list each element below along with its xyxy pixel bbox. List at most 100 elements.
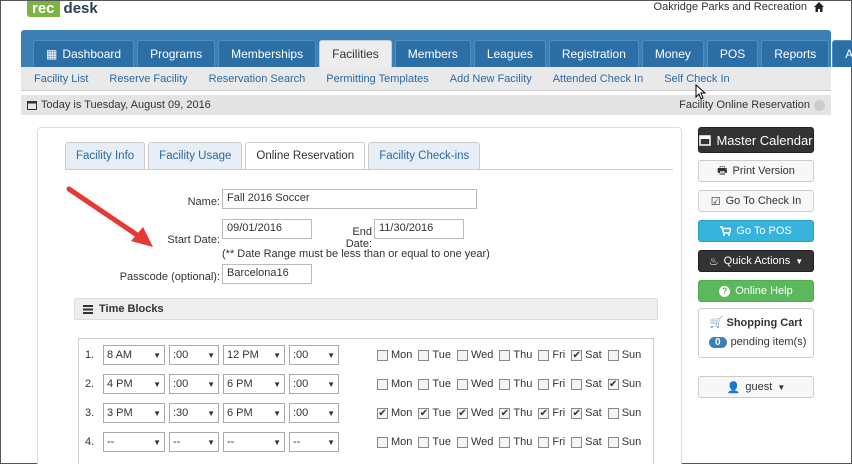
start-hour-select[interactable]: -- ▼ — [103, 432, 165, 452]
end-hour-select[interactable]: 12 PM ▼ — [223, 345, 285, 365]
master-calendar-button[interactable]: Master Calendar — [698, 127, 814, 153]
day-label: Sat — [585, 349, 602, 361]
subnav-link-reservation-search[interactable]: Reservation Search — [209, 73, 306, 85]
end-minute-select[interactable]: -- ▼ — [289, 432, 339, 452]
day-checkbox-mon[interactable] — [377, 436, 388, 448]
name-input[interactable]: Fall 2016 Soccer — [222, 189, 477, 209]
nav-tab-admin[interactable]: Admin — [832, 40, 852, 67]
chevron-down-icon: ▼ — [153, 350, 161, 360]
day-checkbox-sun[interactable] — [607, 407, 619, 419]
panel-tab-online-reservation[interactable]: Online Reservation — [245, 142, 366, 169]
day-label: Sat — [585, 436, 602, 448]
nav-tab-leagues[interactable]: Leagues — [473, 40, 546, 67]
collapse-icon[interactable] — [814, 99, 825, 111]
subnav-link-self-check-in[interactable]: Self Check In — [664, 73, 729, 85]
day-label: Fri — [552, 436, 566, 448]
subnav-link-permitting-templates[interactable]: Permitting Templates — [326, 73, 429, 85]
subnav-link-facility-list[interactable]: Facility List — [34, 73, 88, 85]
subnav-link-add-new-facility[interactable]: Add New Facility — [450, 73, 532, 85]
day-checkbox-thu[interactable] — [499, 349, 511, 361]
day-checkbox-mon[interactable]: ✔ — [377, 407, 388, 419]
go-to-pos-button[interactable]: Go To POS — [698, 220, 814, 242]
end-minute-select[interactable]: :00 ▼ — [289, 345, 339, 365]
day-checkbox-tue[interactable] — [418, 436, 430, 448]
date-bar: Today is Tuesday, August 09, 2016 Facili… — [21, 95, 831, 115]
nav-tab-money[interactable]: Money — [641, 40, 704, 67]
nav-tab-label: POS — [719, 46, 746, 61]
quick-actions-button[interactable]: ♨ Quick Actions ▼ — [698, 250, 814, 272]
org-name: Oakridge Parks and Recreation — [654, 1, 825, 13]
end-minute-select[interactable]: :00 ▼ — [289, 403, 339, 423]
passcode-input[interactable]: Barcelona16 — [222, 264, 312, 284]
today-text: Today is Tuesday, August 09, 2016 — [27, 99, 211, 111]
start-hour-select[interactable]: 3 PM ▼ — [103, 403, 165, 423]
select-value: 4 PM — [107, 378, 133, 390]
day-checkbox-tue[interactable] — [418, 378, 430, 390]
panel-tab-facility-check-ins[interactable]: Facility Check-ins — [368, 142, 481, 169]
day-checkbox-wed[interactable] — [456, 378, 468, 390]
nav-tab-facilities[interactable]: Facilities — [319, 40, 392, 67]
day-checkbox-sat[interactable] — [571, 378, 583, 390]
day-checkbox-thu[interactable] — [499, 378, 511, 390]
chevron-down-icon: ▼ — [207, 379, 215, 389]
checkbox-icon: ☑ — [710, 195, 721, 208]
nav-tab-pos[interactable]: POS — [706, 40, 759, 67]
nav-tab-programs[interactable]: Programs — [137, 40, 216, 67]
guest-label: guest — [745, 381, 773, 393]
day-checkbox-thu[interactable] — [499, 436, 511, 448]
day-checkbox-wed[interactable] — [456, 349, 468, 361]
end-hour-select[interactable]: 6 PM ▼ — [223, 403, 285, 423]
start-date-input[interactable]: 09/01/2016 — [222, 219, 312, 239]
panel-tab-facility-usage[interactable]: Facility Usage — [148, 142, 243, 169]
quick-actions-label: Quick Actions — [723, 255, 791, 267]
online-help-button[interactable]: ? Online Help — [698, 280, 814, 302]
day-checkbox-thu[interactable]: ✔ — [499, 407, 511, 419]
panel-tab-facility-info[interactable]: Facility Info — [65, 142, 146, 169]
day-checkbox-fri[interactable] — [538, 378, 550, 390]
row-number: 4. — [85, 436, 95, 448]
nav-tab-dashboard[interactable]: ▦ Dashboard — [33, 40, 135, 67]
select-value: -- — [173, 436, 181, 448]
time-block-row: 3. 3 PM ▼:30 ▼ 6 PM ▼:00 ▼ ✔ Mon ✔ Tue ✔ Wed ✔ Thu ✔ Fri… — [85, 403, 647, 423]
day-checkbox-tue[interactable]: ✔ — [418, 407, 430, 419]
day-checkbox-wed[interactable]: ✔ — [456, 407, 468, 419]
nav-tab-members[interactable]: Members — [394, 40, 471, 67]
start-hour-select[interactable]: 4 PM ▼ — [103, 374, 165, 394]
day-checkbox-tue[interactable] — [418, 349, 430, 361]
start-minute-select[interactable]: :00 ▼ — [169, 374, 219, 394]
print-version-button[interactable]: 🖶 Print Version — [698, 160, 814, 182]
end-minute-select[interactable]: :00 ▼ — [289, 374, 339, 394]
day-checkbox-fri[interactable] — [538, 436, 550, 448]
start-hour-select[interactable]: 8 AM ▼ — [103, 345, 165, 365]
subnav-link-attended-check-in[interactable]: Attended Check In — [553, 73, 644, 85]
start-minute-select[interactable]: :30 ▼ — [169, 403, 219, 423]
red-arrow-annotation — [66, 186, 153, 247]
day-checkbox-sat[interactable]: ✔ — [571, 349, 583, 361]
go-to-check-in-button[interactable]: ☑ Go To Check In — [698, 190, 814, 212]
day-checkbox-mon[interactable] — [377, 349, 388, 361]
day-checkbox-wed[interactable] — [456, 436, 468, 448]
home-icon[interactable] — [813, 1, 825, 13]
day-checkbox-sun[interactable] — [607, 436, 619, 448]
day-checkbox-fri[interactable]: ✔ — [538, 407, 550, 419]
chevron-down-icon: ▼ — [327, 379, 335, 389]
end-hour-select[interactable]: -- ▼ — [223, 432, 285, 452]
subnav-link-reserve-facility[interactable]: Reserve Facility — [109, 73, 187, 85]
guest-user-menu[interactable]: 👤 guest ▼ — [698, 376, 814, 398]
day-checkbox-sat[interactable] — [571, 436, 583, 448]
cart-pending[interactable]: 0 pending item(s) — [709, 336, 806, 348]
start-minute-select[interactable]: -- ▼ — [169, 432, 219, 452]
nav-tab-registration[interactable]: Registration — [548, 40, 639, 67]
day-checkbox-fri[interactable] — [538, 349, 550, 361]
day-checkbox-sun[interactable] — [607, 349, 619, 361]
day-label: Thu — [513, 407, 533, 419]
start-minute-select[interactable]: :00 ▼ — [169, 345, 219, 365]
nav-tab-reports[interactable]: Reports — [761, 40, 830, 67]
day-checkbox-sun[interactable]: ✔ — [607, 378, 619, 390]
sub-nav: Facility List Reserve Facility Reservation… — [21, 67, 831, 91]
nav-tab-memberships[interactable]: Memberships — [218, 40, 317, 67]
day-checkbox-sat[interactable]: ✔ — [571, 407, 583, 419]
end-date-input[interactable]: 11/30/2016 — [374, 219, 464, 239]
end-hour-select[interactable]: 6 PM ▼ — [223, 374, 285, 394]
day-checkbox-mon[interactable] — [377, 378, 388, 390]
